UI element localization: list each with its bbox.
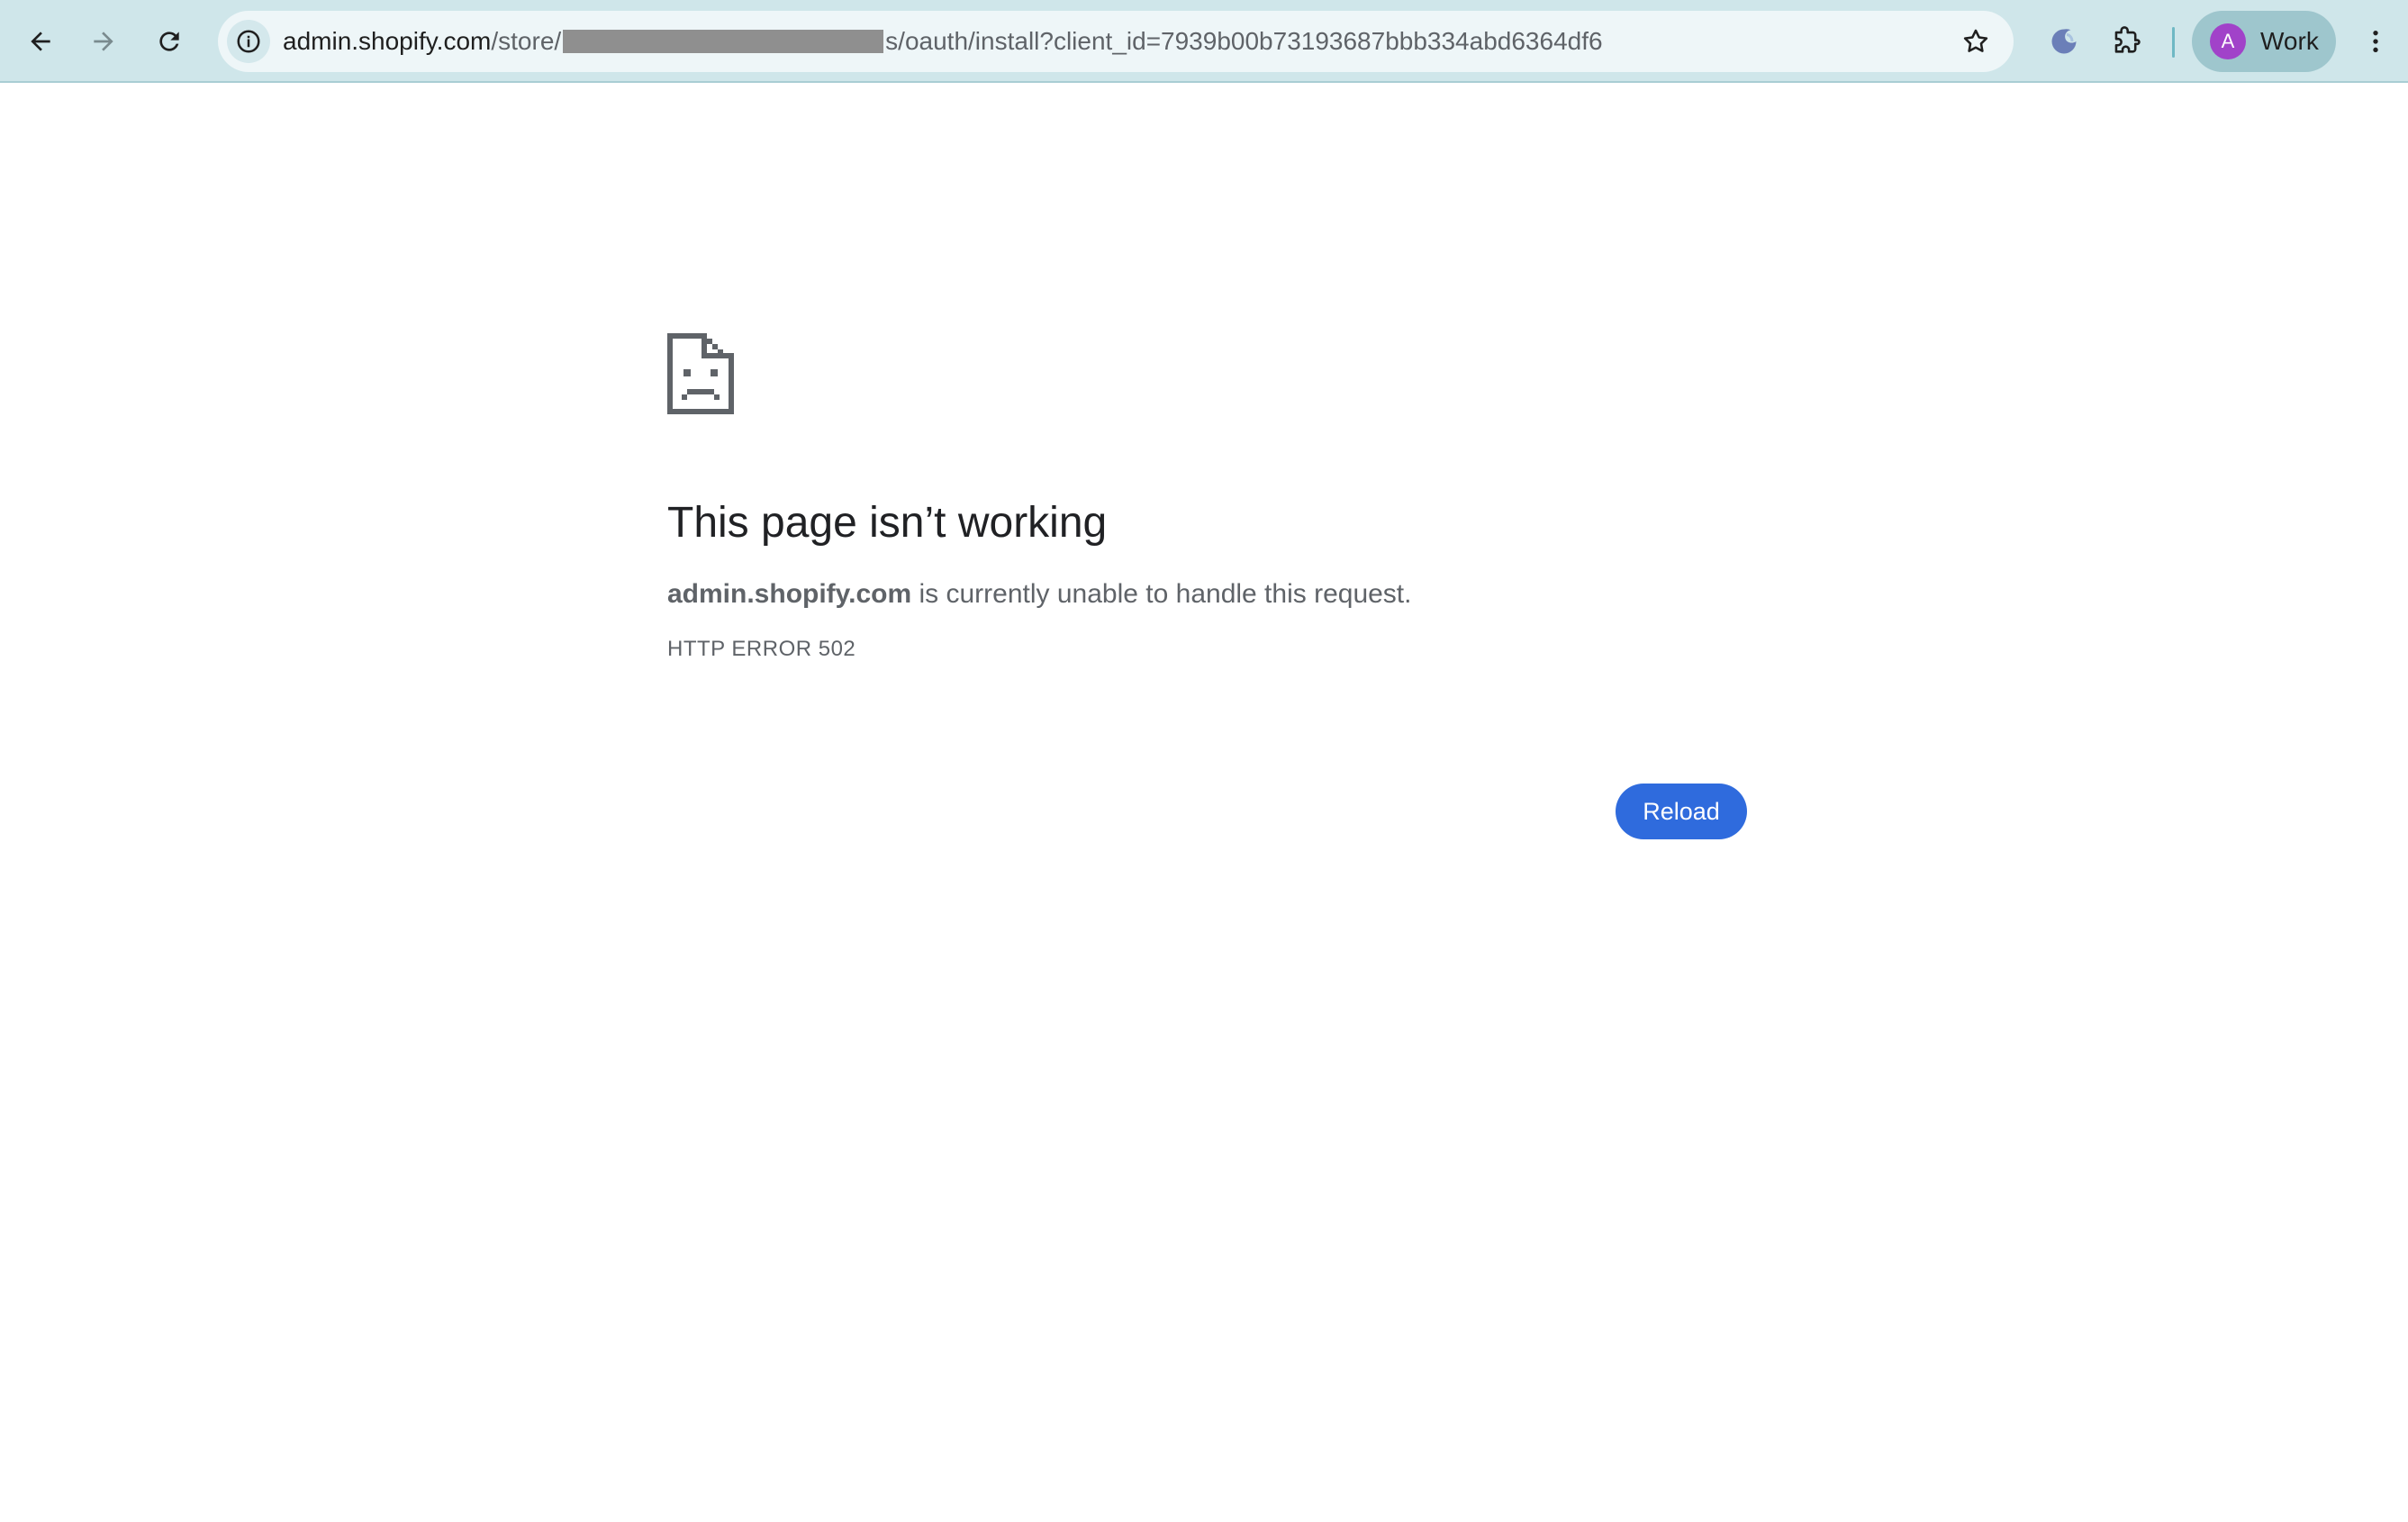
error-host: admin.shopify.com <box>667 578 912 609</box>
reload-icon <box>159 32 179 51</box>
browser-toolbar: admin.shopify.com/store/s/oauth/install?… <box>0 0 2408 83</box>
reload-page-button[interactable]: Reload <box>1616 784 1747 839</box>
sad-page-icon <box>667 333 734 414</box>
extensions-menu-button[interactable] <box>2100 14 2154 68</box>
browser-menu-button[interactable] <box>2349 14 2403 68</box>
arrow-right-icon <box>94 32 113 51</box>
url-path-start: /store/ <box>491 27 562 55</box>
page-title: This page isn’t working <box>667 499 1108 547</box>
more-vertical-icon <box>2373 31 2378 52</box>
avatar: A <box>2210 23 2246 59</box>
profile-name: Work <box>2260 27 2319 55</box>
reload-button[interactable] <box>142 14 196 68</box>
site-info-button[interactable] <box>227 20 270 63</box>
back-button[interactable] <box>14 14 68 68</box>
url-text[interactable]: admin.shopify.com/store/s/oauth/install?… <box>283 11 1603 72</box>
url-path-end: s/oauth/install?client_id=7939b00b731936… <box>885 27 1603 55</box>
puzzle-icon <box>2114 26 2141 53</box>
forward-button[interactable] <box>77 14 131 68</box>
redacted-segment <box>563 30 884 53</box>
toolbar-divider <box>2172 27 2175 58</box>
error-message: is currently unable to handle this reque… <box>911 578 1412 609</box>
profile-button[interactable]: A Work <box>2192 11 2336 72</box>
error-description: admin.shopify.com is currently unable to… <box>667 576 1748 612</box>
extension-button[interactable] <box>2037 14 2091 68</box>
address-bar[interactable]: admin.shopify.com/store/s/oauth/install?… <box>218 11 2014 72</box>
error-code: HTTP ERROR 502 <box>667 636 856 661</box>
extension-swirl-icon <box>2051 29 2077 54</box>
url-host: admin.shopify.com <box>283 27 492 55</box>
star-icon <box>1963 29 1988 52</box>
bookmark-button[interactable] <box>1954 20 1997 63</box>
error-content: This page isn’t working admin.shopify.co… <box>667 333 1748 662</box>
info-icon <box>237 30 260 53</box>
arrow-left-icon <box>31 32 50 51</box>
